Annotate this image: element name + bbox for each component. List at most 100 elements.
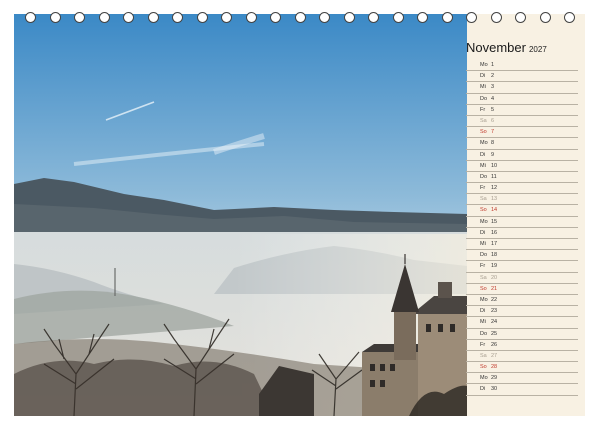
day-row: Do 11: [466, 172, 578, 184]
binding-ring: [441, 12, 453, 23]
day-number: 20: [491, 274, 498, 281]
day-row: Mo 1: [466, 60, 578, 72]
weekday-label: Sa: [480, 352, 487, 359]
binding-ring: [539, 12, 551, 23]
day-row: Mi 10: [466, 161, 578, 172]
day-number: 22: [491, 296, 498, 303]
weekday-label: Di: [480, 308, 486, 315]
binding-ring: [245, 12, 257, 23]
binding-ring: [515, 12, 526, 23]
weekday-label: So: [480, 285, 487, 292]
weekday-label: Mi: [480, 241, 486, 247]
day-row: Fr 5: [466, 105, 578, 116]
day-number: 8: [491, 140, 495, 147]
binding-ring: [564, 12, 575, 23]
binding-ring: [466, 12, 477, 23]
day-row: Fr 19: [466, 261, 578, 273]
weekday-label: Fr: [480, 185, 486, 192]
day-number: 5: [491, 106, 495, 113]
weekday-label: Di: [480, 386, 486, 393]
day-row: Mo 15: [466, 217, 578, 228]
binding-rings: [0, 0, 575, 23]
day-number: 26: [491, 341, 498, 348]
day-number: 15: [491, 218, 498, 225]
weekday-label: Mi: [480, 84, 486, 91]
day-number: 14: [491, 207, 498, 214]
day-number: 12: [491, 185, 498, 192]
weekday-label: Do: [480, 95, 488, 102]
weekday-label: Di: [480, 151, 486, 158]
binding-ring: [319, 12, 330, 23]
day-number: 9: [491, 151, 495, 158]
day-list: Mo 1 Di 2 Mi 3 Do 4 Fr 5 Sa 6 So 7 Mo 8 Di 9 Mi 10 Do 11 Fr 12 S…: [466, 60, 578, 396]
binding-ring: [343, 12, 355, 23]
weekday-label: Do: [480, 173, 488, 180]
binding-ring: [49, 12, 61, 23]
day-row: Do 4: [466, 94, 578, 105]
day-number: 21: [491, 285, 498, 292]
weekday-label: So: [480, 207, 487, 214]
weekday-label: Sa: [480, 274, 487, 281]
day-number: 19: [491, 263, 498, 270]
weekday-label: Mi: [480, 162, 486, 169]
binding-ring: [98, 12, 110, 23]
day-number: 4: [491, 95, 495, 102]
day-row: Di 9: [466, 150, 578, 161]
day-row: Mi 24: [466, 317, 578, 329]
day-number: 23: [491, 308, 498, 315]
binding-ring: [417, 12, 428, 23]
day-row: Di 23: [466, 306, 578, 318]
day-number: 6: [491, 117, 495, 124]
day-row: Mi 3: [466, 82, 578, 94]
weekday-label: Do: [480, 330, 488, 337]
day-number: 29: [491, 375, 498, 382]
weekday-label: Fr: [480, 341, 486, 348]
day-row: Sa 20: [466, 273, 578, 284]
day-number: 16: [491, 229, 498, 236]
day-row: So 7: [466, 127, 578, 139]
day-number: 11: [491, 173, 497, 180]
weekday-label: Sa: [480, 117, 487, 124]
day-row: Fr 26: [466, 340, 578, 351]
day-row: Sa 27: [466, 351, 578, 363]
day-number: 2: [491, 73, 495, 80]
day-row: Di 30: [466, 384, 578, 396]
binding-ring: [123, 12, 134, 23]
day-number: 28: [491, 364, 498, 371]
binding-ring: [368, 12, 379, 23]
day-row: Fr 12: [466, 183, 578, 195]
binding-ring: [196, 12, 208, 23]
day-row: Sa 6: [466, 116, 578, 128]
day-row: Sa 13: [466, 194, 578, 206]
day-row: Mi 17: [466, 239, 578, 251]
month-name: November: [466, 40, 526, 55]
weekday-label: Di: [480, 229, 486, 236]
binding-ring: [25, 12, 36, 23]
weekday-label: Mo: [480, 296, 488, 303]
day-number: 13: [491, 196, 498, 203]
day-row: Do 25: [466, 329, 578, 340]
weekday-label: Mo: [480, 218, 488, 225]
month-header: November 2027: [466, 39, 547, 57]
weekday-label: Mo: [480, 62, 488, 68]
binding-ring: [294, 12, 306, 23]
day-row: So 28: [466, 362, 578, 374]
weekday-label: Fr: [480, 106, 486, 113]
day-number: 24: [491, 319, 498, 326]
day-number: 3: [491, 84, 495, 91]
day-number: 30: [491, 386, 498, 393]
day-number: 27: [491, 352, 498, 359]
weekday-label: Do: [480, 252, 488, 259]
weekday-label: Sa: [480, 196, 487, 203]
binding-ring: [172, 12, 183, 23]
day-number: 18: [491, 252, 498, 259]
day-row: So 14: [466, 205, 578, 217]
day-number: 1: [491, 62, 495, 68]
year-label: 2027: [528, 45, 547, 54]
day-row: Do 18: [466, 250, 578, 262]
binding-ring: [392, 12, 404, 23]
day-row: Di 2: [466, 71, 578, 83]
misty-hills-image: [14, 14, 467, 416]
binding-ring: [490, 12, 502, 23]
binding-ring: [221, 12, 232, 23]
